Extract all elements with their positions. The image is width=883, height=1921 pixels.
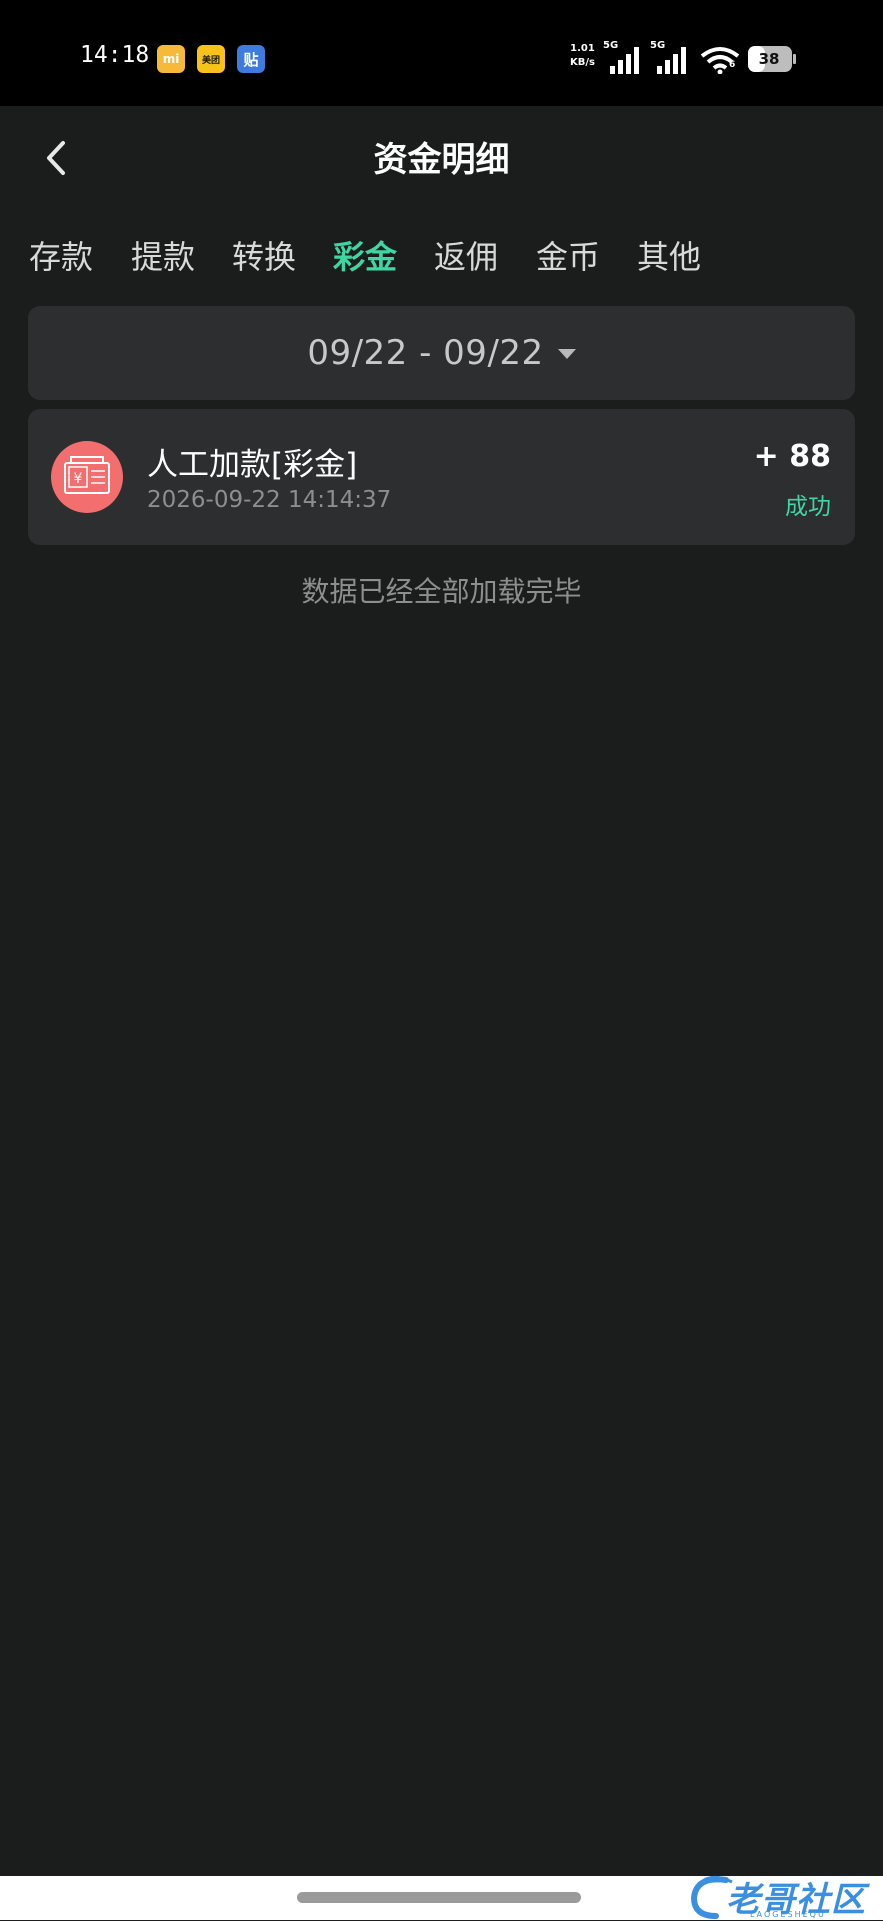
category-tabs: 存款 提款 转换 彩金 返佣 金币 其他 bbox=[0, 232, 883, 288]
status-time: 14:18 bbox=[80, 42, 150, 68]
network-speed: 1.01 KB/s bbox=[570, 42, 595, 70]
date-range-selector[interactable]: 09/22 - 09/22 bbox=[28, 306, 855, 400]
network-speed-unit: KB/s bbox=[570, 57, 595, 68]
watermark-subtext: LAOGESHEQU bbox=[750, 1910, 826, 1919]
status-badge: 成功 bbox=[785, 494, 831, 520]
page-header: 资金明细 bbox=[0, 106, 883, 211]
record-amount: + 88 bbox=[753, 439, 831, 474]
tab-coins[interactable]: 金币 bbox=[536, 232, 600, 278]
record-timestamp: 2026-09-22 14:14:37 bbox=[147, 487, 392, 513]
svg-text:¥: ¥ bbox=[74, 471, 83, 487]
date-range-text: 09/22 - 09/22 bbox=[307, 333, 544, 373]
meituan-app-icon: 美团 bbox=[197, 45, 225, 73]
network-speed-value: 1.01 bbox=[570, 43, 595, 54]
tab-other[interactable]: 其他 bbox=[637, 232, 701, 278]
signal-strength-icon-2 bbox=[657, 47, 686, 74]
caret-down-icon bbox=[557, 349, 576, 359]
home-indicator[interactable] bbox=[297, 1892, 581, 1903]
tab-deposit[interactable]: 存款 bbox=[29, 232, 93, 278]
wifi-label: 6 bbox=[729, 60, 736, 70]
battery-icon: 38 bbox=[747, 45, 797, 73]
tab-withdraw[interactable]: 提款 bbox=[131, 232, 195, 278]
red-envelope-icon: ¥ bbox=[51, 441, 123, 513]
end-of-list-message: 数据已经全部加载完毕 bbox=[301, 575, 582, 608]
record-title: 人工加款[彩金] bbox=[147, 447, 358, 483]
watermark-logo: 老哥社区 LAOGESHEQU bbox=[686, 1872, 876, 1920]
tab-rebate[interactable]: 返佣 bbox=[434, 232, 498, 278]
page-title: 资金明细 bbox=[373, 140, 510, 180]
battery-level: 38 bbox=[758, 50, 780, 68]
signal-strength-icon bbox=[610, 47, 639, 74]
tab-bonus[interactable]: 彩金 bbox=[333, 232, 397, 278]
tieba-app-icon: 贴 bbox=[237, 45, 265, 73]
mi-app-icon: mi bbox=[157, 45, 185, 73]
status-bar: 14:18 mi 美团 贴 1.01 KB/s 5G 5G 6 38 bbox=[0, 0, 883, 106]
tab-transfer[interactable]: 转换 bbox=[232, 232, 296, 278]
list-item[interactable]: ¥ 人工加款[彩金] 2026-09-22 14:14:37 + 88 成功 bbox=[28, 409, 855, 545]
